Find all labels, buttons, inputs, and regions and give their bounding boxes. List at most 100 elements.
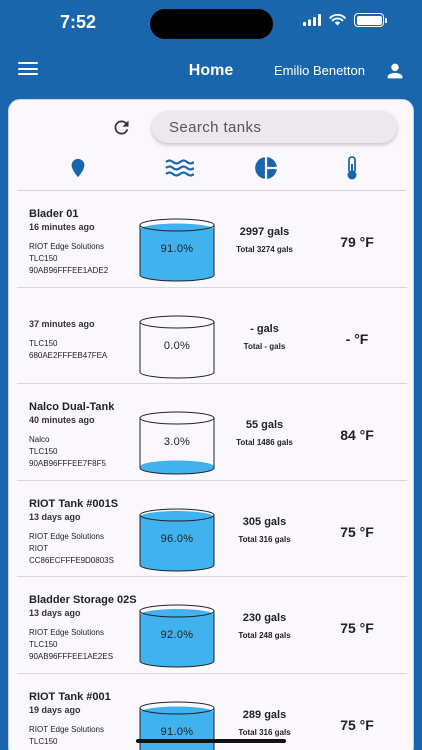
tank-name: Bladder Storage 02S <box>29 594 137 606</box>
tank-company: Nalco <box>29 435 50 444</box>
tank-fill-percent: 92.0% <box>160 629 194 641</box>
tank-row[interactable]: RIOT Tank #001S 13 days ago RIOT Edge So… <box>17 481 407 577</box>
tank-info: 37 minutes ago TLC150 680AE2FFFEB47FEA <box>29 305 147 362</box>
tank-total-volume: Total 1486 gals <box>236 438 293 447</box>
tank-details: RIOT Edge Solutions TLC150 90AB96FFFEE1A… <box>29 241 147 277</box>
tank-level-graphic: 96.0% <box>139 508 215 572</box>
refresh-icon[interactable] <box>111 117 132 138</box>
tank-current-volume: 289 gals <box>242 708 287 721</box>
sort-icon-row <box>9 155 413 183</box>
battery-icon <box>354 13 387 27</box>
tank-volume: - gals Total - gals <box>217 323 312 351</box>
tank-last-update: 16 minutes ago <box>29 222 95 232</box>
tank-row[interactable]: Blader 01 16 minutes ago RIOT Edge Solut… <box>17 191 407 288</box>
tank-liquid-surface <box>140 460 214 473</box>
tank-total-volume: Total - gals <box>243 341 286 351</box>
pie-chart-icon[interactable] <box>253 155 279 181</box>
search-input[interactable] <box>152 111 397 143</box>
tank-details: Nalco TLC150 90AB96FFFEE7F8F5 <box>29 434 147 470</box>
tank-temperature: 75 °F <box>340 620 374 636</box>
tank-model: TLC150 <box>29 736 58 746</box>
tank-fill-percent: 91.0% <box>160 243 194 255</box>
tank-level-graphic: 3.0% <box>139 411 215 475</box>
tank-list-card: Blader 01 16 minutes ago RIOT Edge Solut… <box>8 99 414 750</box>
tank-device-id: 90AB96FFFEE7F8F5 <box>29 459 106 468</box>
thermometer-icon[interactable] <box>345 155 359 181</box>
tank-current-volume: - gals <box>250 322 279 335</box>
tank-info: RIOT Tank #001S 13 days ago RIOT Edge So… <box>29 498 147 567</box>
tank-level-graphic: 0.0% <box>139 315 215 379</box>
home-indicator <box>136 739 286 743</box>
tank-total-volume: Total 316 gals <box>238 534 291 544</box>
tank-details: RIOT Edge Solutions TLC150 90AB96FFFEE1A… <box>29 627 147 663</box>
tank-last-update: 19 days ago <box>29 704 81 715</box>
tank-name <box>29 305 147 318</box>
tank-name: Nalco Dual-Tank <box>29 401 115 413</box>
app-header: Home Emilio Benetton <box>0 50 422 92</box>
tank-volume: 289 gals Total 316 gals <box>217 709 312 737</box>
tank-company: RIOT Edge Solutions <box>29 242 105 251</box>
tank-last-update: 13 days ago <box>29 608 81 618</box>
tank-info: Blader 01 16 minutes ago RIOT Edge Solut… <box>29 208 147 277</box>
tank-company: RIOT Edge Solutions <box>29 531 105 541</box>
tank-last-update: 13 days ago <box>29 511 81 522</box>
tank-details: RIOT Edge Solutions TLC150 <box>29 724 147 748</box>
tank-row[interactable]: Bladder Storage 02S 13 days ago RIOT Edg… <box>17 577 407 674</box>
dynamic-island <box>150 9 273 39</box>
tank-fill-percent: 3.0% <box>163 436 191 448</box>
tank-model: TLC150 <box>29 338 58 348</box>
tank-model: TLC150 <box>29 254 58 263</box>
tank-current-volume: 305 gals <box>242 515 287 528</box>
tank-volume: 55 gals Total 1486 gals <box>217 419 312 447</box>
tank-info: RIOT Tank #001 19 days ago RIOT Edge Sol… <box>29 691 147 748</box>
tank-fill-percent: 0.0% <box>163 339 191 352</box>
tank-total-volume: Total 248 gals <box>238 631 291 640</box>
user-name[interactable]: Emilio Benetton <box>274 63 365 78</box>
tank-device-id: CC86ECFFFE9D0803S <box>29 555 114 565</box>
tank-company: RIOT Edge Solutions <box>29 628 105 637</box>
tank-volume: 305 gals Total 316 gals <box>217 516 312 544</box>
tank-company: RIOT Edge Solutions <box>29 724 105 734</box>
tank-info: Nalco Dual-Tank 40 minutes ago Nalco TLC… <box>29 401 147 470</box>
search-field[interactable] <box>152 111 397 143</box>
tank-model: RIOT <box>29 543 49 553</box>
location-pin-icon[interactable] <box>67 155 89 181</box>
tank-current-volume: 230 gals <box>242 612 287 624</box>
tank-list: Blader 01 16 minutes ago RIOT Edge Solut… <box>9 191 413 750</box>
signal-icon <box>303 14 321 26</box>
status-bar: 7:52 <box>0 0 422 50</box>
status-icons <box>303 13 387 27</box>
tank-device-id: 680AE2FFFEB47FEA <box>29 350 108 360</box>
tank-total-volume: Total 316 gals <box>238 727 291 737</box>
tank-liquid <box>140 229 214 281</box>
tank-details: RIOT Edge Solutions RIOT CC86ECFFFE9D080… <box>29 531 147 567</box>
tank-volume: 2997 gals Total 3274 gals <box>217 226 312 254</box>
tank-temperature: 84 °F <box>340 427 374 443</box>
tank-level-graphic: 92.0% <box>139 604 215 668</box>
tank-name: RIOT Tank #001S <box>29 497 119 510</box>
tank-total-volume: Total 3274 gals <box>236 245 293 254</box>
tank-current-volume: 2997 gals <box>239 226 290 238</box>
tank-details: TLC150 680AE2FFFEB47FEA <box>29 338 147 362</box>
tank-temperature: - °F <box>345 330 369 347</box>
tank-volume: 230 gals Total 248 gals <box>217 612 312 640</box>
user-account-icon[interactable] <box>384 60 406 82</box>
tank-device-id: 90AB96FFFEE1AE2ES <box>29 652 114 661</box>
tank-fill-percent: 96.0% <box>160 532 194 545</box>
tank-model: TLC150 <box>29 447 58 456</box>
tank-liquid <box>140 615 214 667</box>
tank-model: TLC150 <box>29 640 58 649</box>
tank-last-update: 37 minutes ago <box>29 318 95 329</box>
tank-info: Bladder Storage 02S 13 days ago RIOT Edg… <box>29 594 147 663</box>
tank-row[interactable]: Nalco Dual-Tank 40 minutes ago Nalco TLC… <box>17 384 407 481</box>
tank-level-graphic: 91.0% <box>139 218 215 282</box>
tank-top-rim <box>139 315 215 328</box>
tank-last-update: 40 minutes ago <box>29 415 95 425</box>
tank-device-id: 90AB96FFFEE1ADE2 <box>29 266 109 275</box>
wifi-icon <box>329 14 346 26</box>
tank-name: RIOT Tank #001 <box>29 690 111 703</box>
tank-row[interactable]: 37 minutes ago TLC150 680AE2FFFEB47FEA 0… <box>17 288 407 384</box>
tank-name: Blader 01 <box>29 208 79 220</box>
water-waves-icon[interactable] <box>164 155 194 181</box>
tank-current-volume: 55 gals <box>245 419 284 431</box>
